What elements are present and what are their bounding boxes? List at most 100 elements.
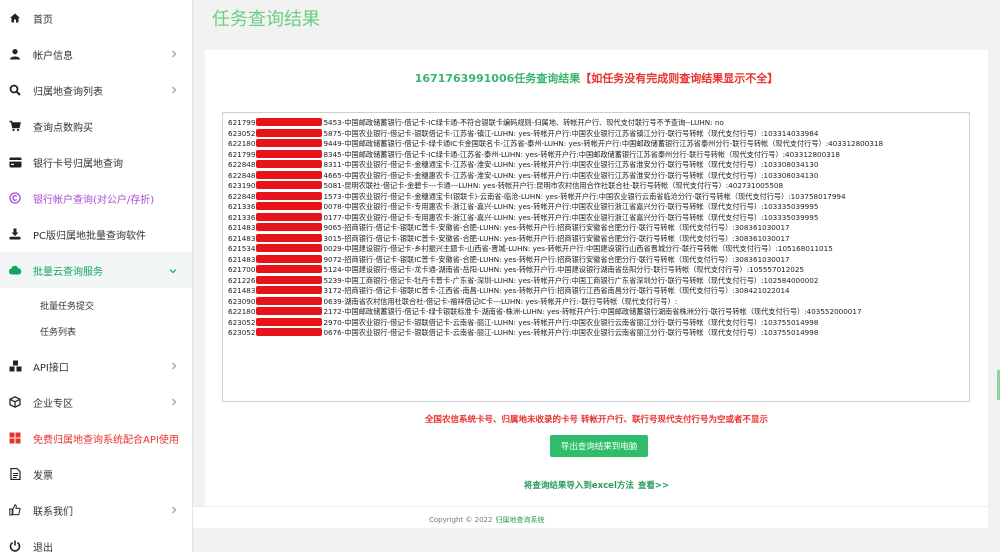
redaction-mark — [256, 296, 323, 305]
sidebar-item-label: 企业专区 — [33, 398, 73, 410]
cart-icon — [8, 119, 22, 133]
card-prefix: 623090 — [228, 296, 256, 306]
sidebar-item-label: 联系我们 — [33, 506, 73, 518]
sidebar-item-label: 发票 — [33, 470, 53, 482]
card-prefix: 621483 — [228, 286, 256, 295]
result-detail: 8345-中国邮政储蓄银行-借记卡-IC绿卡通-江苏省-泰州-LUHN: yes… — [323, 149, 840, 159]
sidebar-item-buy-points[interactable]: 查询点数购买 — [0, 108, 192, 144]
sidebar-item-enterprise[interactable]: 企业专区 — [0, 384, 192, 420]
result-detail: 4665-中国农业银行-借记卡-金穗惠农卡-江苏省-淮安-LUHN: yes-转… — [323, 170, 819, 180]
result-detail: 0078-中国农业银行-借记卡-专用惠农卡-浙江省-嘉兴-LUHN: yes-转… — [323, 202, 819, 211]
cube-icon — [8, 395, 22, 409]
sidebar-item-label: 批量云查询服务 — [33, 266, 103, 278]
result-detail: 9072-招商银行-借记卡-银联IC普卡-安徽省-合肥-LUHN: yes-转帐… — [323, 254, 790, 264]
redaction-mark — [256, 275, 323, 284]
credit-card-icon — [8, 155, 22, 169]
footer: Copyright © 2022 归属地查询系统 — [193, 506, 988, 528]
result-detail: 2970-中国农业银行-借记卡-银联借记卡-云南省-丽江-LUHN: yes-转… — [323, 317, 819, 327]
result-line: 621336 0078-中国农业银行-借记卡-专用惠农卡-浙江省-嘉兴-LUHN:… — [228, 202, 964, 213]
card-prefix: 622848 — [228, 160, 256, 169]
power-icon — [8, 539, 22, 552]
result-detail: 3172-招商银行-借记卡-银联IC普卡-江西省-南昌-LUHN: yes-转帐… — [323, 286, 790, 295]
chevron-right-icon — [171, 398, 177, 409]
sidebar-item-card-lookup[interactable]: 银行卡号归属地查询 — [0, 144, 192, 180]
site-link[interactable]: 归属地查询系统 — [495, 516, 544, 524]
excel-guide-link[interactable]: 查看>> — [638, 481, 669, 491]
result-line: 621483 3015-招商银行-借记卡-银联IC普卡-安徽省-合肥-LUHN: … — [228, 233, 964, 245]
sidebar-item-label: 银行帐户查询(对公户/存折) — [33, 194, 155, 206]
result-line: 623052 5875-中国农业银行-借记卡-银联借记卡-江苏省-镇江-LUHN:… — [228, 128, 964, 140]
sidebar-item-account[interactable]: 帐户信息 — [0, 36, 192, 72]
card-prefix: 621483 — [228, 254, 256, 264]
windows-icon — [8, 431, 22, 445]
card-prefix: 621336 — [228, 202, 256, 211]
redaction-mark — [256, 307, 323, 315]
sidebar-item-bank-account-query[interactable]: 银行帐户查询(对公户/存折) — [0, 180, 192, 216]
sidebar-item-contact[interactable]: 联系我们 — [0, 492, 192, 528]
copyright-text: Copyright © 2022 归属地查询系统 — [429, 515, 544, 525]
sidebar-item-api[interactable]: API接口 — [0, 348, 192, 384]
page-title: 任务查询结果 — [212, 9, 320, 30]
result-line: 621534 0029-中国建设银行-借记卡-乡村振兴主题卡-山西省-晋城-LUH… — [228, 244, 964, 255]
sidebar-item-batch-cloud[interactable]: 批量云查询服务 — [0, 252, 192, 288]
task-heading: 1671763991006任务查询结果【如任务没有完成则查询结果显示不全】 — [205, 70, 988, 86]
result-line: 623190 5081-昆明农联社-借记卡-金碧卡---卡通---LUHN: ye… — [228, 181, 964, 192]
thumbs-up-icon — [8, 503, 22, 517]
result-detail: 5081-昆明农联社-借记卡-金碧卡---卡通---LUHN: yes-转帐开户… — [323, 181, 784, 190]
chevron-right-icon — [171, 362, 177, 373]
card-prefix: 623052 — [228, 128, 256, 138]
card-prefix: 621799 — [228, 118, 256, 127]
redaction-mark — [256, 223, 323, 231]
result-line: 621483 3172-招商银行-借记卡-银联IC普卡-江西省-南昌-LUHN: … — [228, 286, 964, 297]
card-prefix: 623052 — [228, 317, 256, 327]
result-line: 621226 5239-中国工商银行-借记卡-牡丹卡普卡-广东省-深圳-LUHN:… — [228, 275, 964, 287]
page-scrollbar[interactable] — [988, 0, 1000, 552]
card-prefix: 621336 — [228, 212, 256, 222]
resize-grip-icon[interactable] — [961, 393, 968, 400]
result-detail: 0676-中国农业银行-借记卡-银联借记卡-云南省-丽江-LUHN: yes-转… — [323, 328, 819, 337]
export-results-button[interactable]: 导出查询结果到电脑 — [550, 435, 648, 457]
result-detail: 0029-中国建设银行-借记卡-乡村振兴主题卡-山西省-晋城-LUHN: yes… — [323, 244, 833, 253]
chevron-right-icon — [171, 86, 177, 97]
incomplete-warning: 【如任务没有完成则查询结果显示不全】 — [580, 72, 779, 85]
chevron-right-icon — [171, 50, 177, 61]
result-detail: 3015-招商银行-借记卡-银联IC普卡-安徽省-合肥-LUHN: yes-转帐… — [323, 233, 790, 243]
sidebar-subitem-task-list[interactable]: 任务列表 — [0, 318, 192, 344]
sidebar-item-logout[interactable]: 退出 — [0, 528, 192, 552]
redaction-mark — [256, 233, 323, 242]
result-line: 623052 2970-中国农业银行-借记卡-银联借记卡-云南省-丽江-LUHN:… — [228, 317, 964, 329]
result-list: 621799 5453-中国邮政储蓄银行-借记卡-IC绿卡通-不符合银联卡编码规则… — [228, 118, 964, 339]
sidebar-item-label: 归属地查询列表 — [33, 86, 103, 98]
card-prefix: 623190 — [228, 181, 256, 190]
result-detail: 9449-中国邮政储蓄银行-借记卡-绿卡通IC卡金国联名卡-江苏省-泰州-LUH… — [323, 139, 884, 148]
result-detail: 2172-中国邮政储蓄银行-借记卡-绿卡银联标准卡-湖南省-株洲-LUHN: y… — [323, 307, 862, 316]
app-root: 首页 帐户信息 归属地查询列表 查询点数购买 银行卡号归属地查询 银行帐户查询(… — [0, 0, 1000, 552]
sidebar-item-query-list[interactable]: 归属地查询列表 — [0, 72, 192, 108]
card-prefix: 621534 — [228, 244, 256, 253]
sidebar-item-pc-software[interactable]: PC版归属地批量查询软件 — [0, 216, 192, 252]
sidebar-item-label: API接口 — [33, 362, 69, 374]
sidebar-item-home[interactable]: 首页 — [0, 0, 192, 36]
result-line: 621483 9065-招商银行-借记卡-银联IC普卡-安徽省-合肥-LUHN: … — [228, 223, 964, 234]
sidebar-subitem-label: 批量任务提交 — [40, 301, 95, 312]
redaction-mark — [256, 328, 323, 336]
sidebar-item-label: 查询点数购买 — [33, 122, 93, 134]
sidebar-subitem-label: 任务列表 — [40, 327, 77, 338]
card-prefix: 622180 — [228, 139, 256, 148]
sidebar-subitem-batch-submit[interactable]: 批量任务提交 — [0, 292, 192, 318]
redaction-mark — [256, 212, 323, 221]
result-line: 622848 4665-中国农业银行-借记卡-金穗惠农卡-江苏省-淮安-LUHN:… — [228, 170, 964, 182]
redaction-mark — [256, 118, 323, 126]
result-line: 621799 8345-中国邮政储蓄银行-借记卡-IC绿卡通-江苏省-泰州-LUH… — [228, 149, 964, 161]
redaction-mark — [256, 202, 323, 210]
redaction-mark — [256, 149, 323, 158]
sidebar-item-free-system[interactable]: 免费归属地查询系统配合API使用 — [0, 420, 192, 456]
redaction-mark — [256, 139, 323, 147]
excel-guide: 将查询结果导入到excel方法 查看>> — [205, 479, 988, 491]
redaction-mark — [256, 286, 323, 294]
result-line: 623090 0639-湖南省农村信用社联合社-借记卡-福祥借记IC卡---LUH… — [228, 296, 964, 308]
result-textarea[interactable]: 621799 5453-中国邮政储蓄银行-借记卡-IC绿卡通-不符合银联卡编码规则… — [222, 112, 970, 402]
cloud-icon — [8, 263, 22, 277]
sidebar-item-label: PC版归属地批量查询软件 — [33, 230, 147, 242]
sidebar-item-invoice[interactable]: 发票 — [0, 456, 192, 492]
